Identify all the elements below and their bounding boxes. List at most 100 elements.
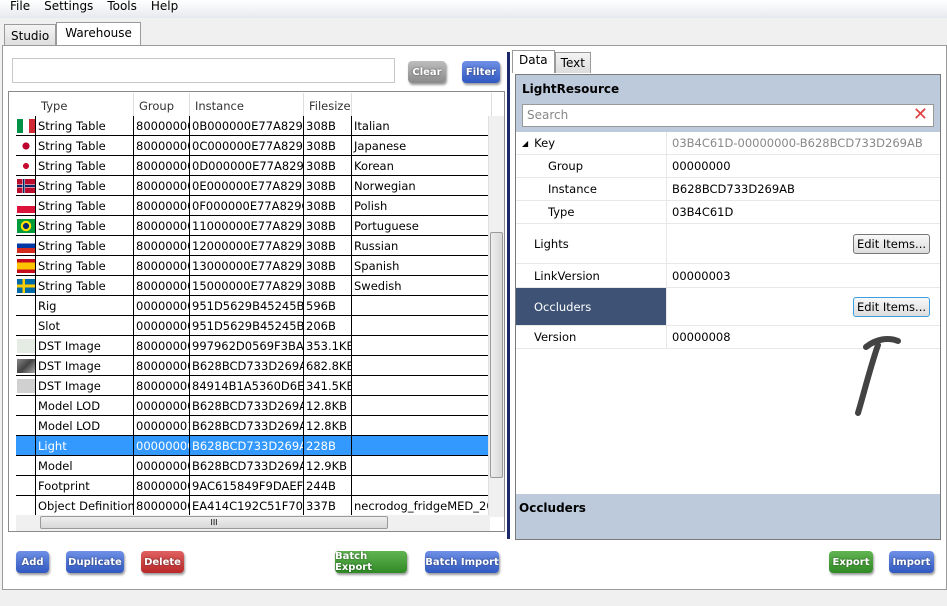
resource-grid: Type Group Instance Filesize String Tabl… xyxy=(8,91,505,532)
tab-studio[interactable]: Studio xyxy=(4,24,57,47)
flag-italy-icon xyxy=(17,119,35,133)
menu-tools[interactable]: Tools xyxy=(107,0,137,18)
menu-file[interactable]: File xyxy=(10,0,30,18)
cell-instance: 11000000E77A829C xyxy=(190,216,304,235)
cell-type: Footprint xyxy=(36,476,134,495)
occluders-edit-items-button[interactable]: Edit Items... xyxy=(852,296,930,317)
table-row[interactable]: String Table 80000000 0D000000E77A829C 308B… xyxy=(16,156,494,176)
batch-export-button[interactable]: Batch Export xyxy=(335,551,407,573)
cell-name xyxy=(352,316,494,335)
cell-name xyxy=(352,416,494,435)
prop-value-group[interactable]: 00000000 xyxy=(666,155,940,177)
table-row[interactable]: Rig 00000000 951D5629B45245BF 596B xyxy=(16,296,494,316)
cell-size: 308B xyxy=(304,196,352,215)
header-filesize[interactable]: Filesize xyxy=(304,93,352,116)
grid-header: Type Group Instance Filesize xyxy=(16,93,492,116)
row-icon-cell xyxy=(16,336,36,355)
import-button[interactable]: Import xyxy=(889,551,934,573)
cell-instance: 13000000E77A829C xyxy=(190,256,304,275)
tab-data[interactable]: Data xyxy=(512,50,555,73)
vertical-scrollbar[interactable] xyxy=(488,116,504,517)
horizontal-scrollbar[interactable]: III xyxy=(16,515,490,531)
batch-import-button[interactable]: Batch Import xyxy=(425,551,499,573)
table-row[interactable]: Footprint 80000000 9AC615849F9DAEF6 244B xyxy=(16,476,494,496)
cell-name xyxy=(352,336,494,355)
cell-size: 308B xyxy=(304,156,352,175)
table-row[interactable]: String Table 80000000 11000000E77A829C 308B… xyxy=(16,216,494,236)
prop-label-version: Version xyxy=(534,330,577,344)
cell-type: String Table xyxy=(36,176,134,195)
cell-instance: B628BCD733D269AB xyxy=(190,456,304,475)
export-button[interactable]: Export xyxy=(829,551,873,573)
prop-row-linkversion[interactable]: LinkVersion 00000003 xyxy=(516,264,940,288)
table-row[interactable]: String Table 80000000 0E000000E77A829C 308B… xyxy=(16,176,494,196)
flag-brazil-icon xyxy=(17,219,35,233)
table-row[interactable]: Object Definition 80000000 EA414C192C51F70… xyxy=(16,496,494,516)
prop-value-linkversion[interactable]: 00000003 xyxy=(666,264,940,287)
prop-value-type[interactable]: 03B4C61D xyxy=(666,201,940,223)
table-row[interactable]: String Table 80000000 0B000000E77A829C 308B… xyxy=(16,116,494,136)
table-row[interactable]: String Table 80000000 13000000E77A829C 308B… xyxy=(16,256,494,276)
prop-label-key: ◢ Key xyxy=(516,132,666,154)
header-icon-col xyxy=(16,93,36,116)
tab-text[interactable]: Text xyxy=(554,52,591,73)
collapse-triangle-icon[interactable]: ◢ xyxy=(522,139,528,148)
row-icon-cell xyxy=(16,116,36,135)
prop-row-occluders[interactable]: Occluders Edit Items... xyxy=(516,288,940,326)
table-row[interactable]: DST Image 80000000 B628BCD733D269AB 682.8KB xyxy=(16,356,494,376)
panel-splitter[interactable] xyxy=(507,52,510,539)
clear-button[interactable]: Clear xyxy=(408,61,446,83)
vertical-scroll-thumb[interactable] xyxy=(490,232,503,478)
table-row[interactable]: Model LOD 00000000 B628BCD733D269AB 12.8KB xyxy=(16,396,494,416)
tab-warehouse[interactable]: Warehouse xyxy=(56,22,141,47)
duplicate-button[interactable]: Duplicate xyxy=(66,551,124,573)
cell-name xyxy=(352,476,494,495)
hand-drawn-arrow-annotation xyxy=(855,336,901,416)
prop-label-occluders: Occluders xyxy=(516,288,666,325)
table-row[interactable]: String Table 80000000 0F000000E77A829C 308B… xyxy=(16,196,494,216)
filter-button[interactable]: Filter xyxy=(462,61,500,83)
table-row[interactable]: Model 00000000 B628BCD733D269AB 12.9KB xyxy=(16,456,494,476)
header-type[interactable]: Type xyxy=(36,93,134,116)
table-row[interactable]: String Table 80000000 12000000E77A829C 308B… xyxy=(16,236,494,256)
prop-row-instance[interactable]: Instance B628BCD733D269AB xyxy=(516,178,940,201)
property-search-input[interactable]: Search ✕ xyxy=(522,104,934,127)
header-instance[interactable]: Instance xyxy=(190,93,304,116)
table-row[interactable]: Slot 00000000 951D5629B45245BF 206B xyxy=(16,316,494,336)
cell-name: Polish xyxy=(354,199,388,213)
prop-row-key[interactable]: ◢ Key 03B4C61D-00000000-B628BCD733D269AB xyxy=(516,132,940,155)
cell-type: String Table xyxy=(36,276,134,295)
table-row[interactable]: DST Image 80000000 997962D0569F3BA9 353.1KB xyxy=(16,336,494,356)
delete-button[interactable]: Delete xyxy=(141,551,184,573)
header-group[interactable]: Group xyxy=(134,93,190,116)
filter-input[interactable] xyxy=(12,58,395,83)
cell-instance: 951D5629B45245BF xyxy=(190,296,304,315)
cell-instance: 0C000000E77A829C xyxy=(190,136,304,155)
cell-type: String Table xyxy=(36,156,134,175)
header-name[interactable] xyxy=(352,93,492,116)
menu-settings[interactable]: Settings xyxy=(44,0,93,18)
cell-name: Swedish xyxy=(354,279,402,293)
prop-value-instance[interactable]: B628BCD733D269AB xyxy=(666,178,940,200)
add-button[interactable]: Add xyxy=(16,551,49,573)
cell-type: DST Image xyxy=(36,356,134,375)
cell-size: 308B xyxy=(304,116,352,135)
thumb-light-icon xyxy=(17,339,35,353)
clear-search-icon[interactable]: ✕ xyxy=(913,105,928,125)
table-row[interactable]: String Table 80000000 15000000E77A829C 308B… xyxy=(16,276,494,296)
cell-type: Model LOD xyxy=(36,396,134,415)
prop-row-type[interactable]: Type 03B4C61D xyxy=(516,201,940,224)
row-icon-cell xyxy=(16,296,36,315)
horizontal-scroll-thumb[interactable]: III xyxy=(40,516,388,529)
table-row[interactable]: Model LOD 00000001 B628BCD733D269AB 12.8KB xyxy=(16,416,494,436)
prop-row-lights[interactable]: Lights Edit Items... xyxy=(516,224,940,264)
table-row[interactable]: String Table 80000000 0C000000E77A829C 308B… xyxy=(16,136,494,156)
menu-help[interactable]: Help xyxy=(151,0,178,18)
prop-row-group[interactable]: Group 00000000 xyxy=(516,155,940,178)
row-icon-cell xyxy=(16,496,36,515)
table-row[interactable]: DST Image 80000000 84914B1A5360D6EA 341.5KB xyxy=(16,376,494,396)
cell-name xyxy=(352,396,494,415)
lights-edit-items-button[interactable]: Edit Items... xyxy=(852,233,930,254)
property-grid: LightResource Search ✕ ◢ Key 03B4C61D-000… xyxy=(515,74,941,540)
table-row[interactable]: Light 00000000 B628BCD733D269AB 228B xyxy=(16,436,494,456)
